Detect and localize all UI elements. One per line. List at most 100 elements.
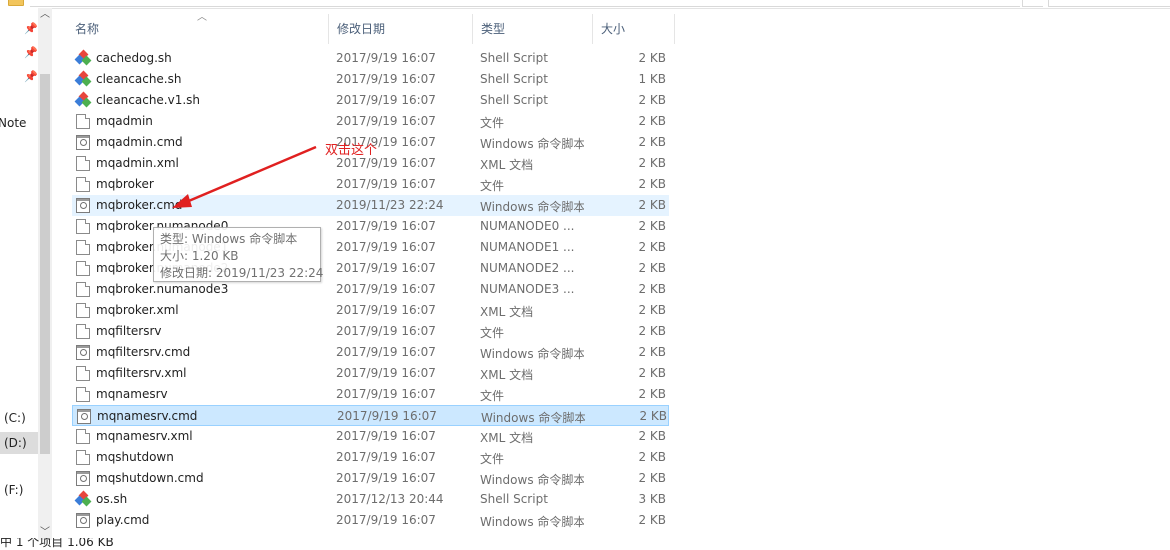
file-type: XML 文档: [480, 368, 534, 382]
file-type: Windows 命令脚本: [481, 411, 585, 425]
scroll-up-icon[interactable]: ︿: [38, 8, 52, 22]
file-date: 2019/11/23 22:24: [336, 198, 444, 212]
file-date: 2017/9/19 16:07: [336, 513, 436, 527]
file-icon: [76, 429, 90, 444]
status-bar: 中 1 个项目 1.06 KB: [0, 538, 400, 550]
file-size: 2 KB: [638, 177, 666, 191]
nav-item-note[interactable]: Note: [0, 116, 26, 130]
nav-item-drive-f[interactable]: (F:): [4, 483, 23, 497]
file-row[interactable]: cachedog.sh 2017/9/19 16:07 Shell Script 2 …: [72, 48, 669, 69]
file-name: os.sh: [96, 492, 128, 506]
pin-icon[interactable]: 📌: [24, 46, 38, 59]
column-header-name[interactable]: 名称: [67, 14, 329, 44]
cmd-script-icon: [76, 471, 90, 486]
file-type: XML 文档: [480, 431, 534, 445]
git-shell-icon: [74, 70, 92, 87]
file-row[interactable]: cleancache.sh 2017/9/19 16:07 Shell Script…: [72, 69, 669, 90]
file-row[interactable]: mqadmin 2017/9/19 16:07 文件 2 KB: [72, 111, 669, 132]
file-date: 2017/9/19 16:07: [336, 471, 436, 485]
pin-icon[interactable]: 📌: [24, 70, 38, 83]
file-name: mqadmin.xml: [96, 156, 179, 170]
file-size: 2 KB: [638, 471, 666, 485]
file-date: 2017/9/19 16:07: [336, 303, 436, 317]
cmd-script-icon: [77, 409, 91, 424]
file-row[interactable]: mqfiltersrv.xml 2017/9/19 16:07 XML 文档 2 KB: [72, 363, 669, 384]
search-box[interactable]: [1048, 0, 1170, 7]
file-size: 2 KB: [638, 51, 666, 65]
scrollbar-thumb[interactable]: [40, 74, 50, 454]
file-icon: [76, 282, 90, 297]
refresh-button[interactable]: [1022, 0, 1043, 7]
cmd-script-icon: [76, 198, 90, 213]
file-name: cachedog.sh: [96, 51, 172, 65]
file-date: 2017/9/19 16:07: [336, 324, 436, 338]
file-row[interactable]: os.sh 2017/12/13 20:44 Shell Script 3 KB: [72, 489, 669, 510]
file-icon: [76, 240, 90, 255]
pin-icon[interactable]: 📌: [24, 22, 38, 35]
file-size: 2 KB: [638, 303, 666, 317]
file-row[interactable]: mqshutdown.cmd 2017/9/19 16:07 Windows 命令脚…: [72, 468, 669, 489]
file-row[interactable]: mqnamesrv.xml 2017/9/19 16:07 XML 文档 2 KB: [72, 426, 669, 447]
file-date: 2017/9/19 16:07: [336, 240, 436, 254]
file-icon: [76, 366, 90, 381]
file-size: 2 KB: [638, 93, 666, 107]
cmd-script-icon: [76, 345, 90, 360]
file-type: NUMANODE2 ...: [480, 261, 575, 275]
file-row[interactable]: mqnamesrv 2017/9/19 16:07 文件 2 KB: [72, 384, 669, 405]
file-name: mqfiltersrv.xml: [96, 366, 187, 380]
column-header-row: ︿ 名称 修改日期 类型 大小: [67, 12, 675, 44]
file-date: 2017/9/19 16:07: [336, 219, 436, 233]
file-size: 2 KB: [638, 324, 666, 338]
file-icon: [76, 261, 90, 276]
nav-scrollbar[interactable]: ︿ ﹀: [38, 8, 52, 540]
file-row[interactable]: mqfiltersrv 2017/9/19 16:07 文件 2 KB: [72, 321, 669, 342]
file-row[interactable]: mqnamesrv.cmd 2017/9/19 16:07 Windows 命令脚本…: [72, 405, 669, 426]
file-icon: [76, 177, 90, 192]
file-date: 2017/9/19 16:07: [336, 72, 436, 86]
file-type: NUMANODE3 ...: [480, 282, 575, 296]
file-row[interactable]: mqbroker.cmd 2019/11/23 22:24 Windows 命令脚本…: [72, 195, 669, 216]
nav-item-drive-c[interactable]: (C:): [4, 411, 26, 425]
file-row[interactable]: cleancache.v1.sh 2017/9/19 16:07 Shell Scr…: [72, 90, 669, 111]
file-size: 2 KB: [638, 198, 666, 212]
file-size: 2 KB: [638, 450, 666, 464]
file-date: 2017/9/19 16:07: [337, 409, 437, 423]
address-bar[interactable]: [30, 0, 1020, 7]
file-size: 1 KB: [638, 72, 666, 86]
column-header-type[interactable]: 类型: [473, 14, 593, 44]
folder-icon: [8, 0, 24, 6]
column-header-size[interactable]: 大小: [593, 14, 675, 44]
tooltip-date: 修改日期: 2019/11/23 22:24: [160, 266, 324, 280]
file-type: XML 文档: [480, 305, 534, 319]
nav-item-drive-d[interactable]: (D:): [0, 432, 38, 454]
file-row[interactable]: mqshutdown 2017/9/19 16:07 文件 2 KB: [72, 447, 669, 468]
annotation-label: 双击这个: [325, 143, 378, 158]
column-header-date[interactable]: 修改日期: [329, 14, 473, 44]
file-size: 2 KB: [638, 114, 666, 128]
file-name: mqnamesrv.cmd: [97, 409, 198, 423]
file-date: 2017/9/19 16:07: [336, 177, 436, 191]
file-name: mqbroker.numanode3: [96, 282, 229, 296]
file-date: 2017/9/19 16:07: [336, 450, 436, 464]
file-date: 2017/9/19 16:07: [336, 51, 436, 65]
file-name: mqnamesrv.xml: [96, 429, 193, 443]
git-shell-icon: [74, 91, 92, 108]
file-size: 2 KB: [638, 135, 666, 149]
file-name: cleancache.sh: [96, 72, 182, 86]
file-type: Windows 命令脚本: [480, 200, 584, 214]
file-row[interactable]: play.cmd 2017/9/19 16:07 Windows 命令脚本 2 KB: [72, 510, 669, 531]
file-size: 2 KB: [638, 345, 666, 359]
file-type: 文件: [480, 326, 505, 340]
file-row[interactable]: mqbroker.numanode3 2017/9/19 16:07 NUMANOD…: [72, 279, 669, 300]
file-date: 2017/9/19 16:07: [336, 156, 436, 170]
git-shell-icon: [74, 490, 92, 507]
file-type: Windows 命令脚本: [480, 515, 584, 529]
file-type: Shell Script: [480, 492, 548, 506]
file-type: NUMANODE0 ...: [480, 219, 575, 233]
file-row[interactable]: mqbroker 2017/9/19 16:07 文件 2 KB: [72, 174, 669, 195]
file-row[interactable]: mqbroker.xml 2017/9/19 16:07 XML 文档 2 KB: [72, 300, 669, 321]
file-size: 2 KB: [638, 387, 666, 401]
file-type: Shell Script: [480, 93, 548, 107]
file-row[interactable]: mqfiltersrv.cmd 2017/9/19 16:07 Windows 命令…: [72, 342, 669, 363]
file-name: mqshutdown: [96, 450, 174, 464]
